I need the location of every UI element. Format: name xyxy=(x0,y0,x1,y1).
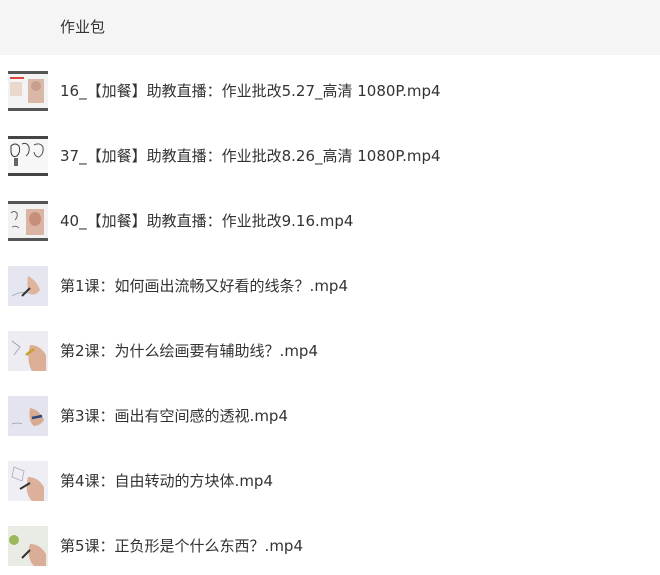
file-list: 16_【加餐】助教直播：作业批改5.27_高清 1080P.mp4 37_【加餐… xyxy=(0,55,660,575)
file-name: 第2课：为什么绘画要有辅助线？.mp4 xyxy=(60,342,318,360)
file-row[interactable]: 第2课：为什么绘画要有辅助线？.mp4 xyxy=(0,315,660,380)
file-name: 37_【加餐】助教直播：作业批改8.26_高清 1080P.mp4 xyxy=(60,147,441,165)
file-row[interactable]: 40_【加餐】助教直播：作业批改9.16.mp4 xyxy=(0,185,660,250)
file-row[interactable]: 第5课：正负形是个什么东西？.mp4 xyxy=(0,510,660,575)
video-thumbnail xyxy=(8,266,48,306)
file-name: 16_【加餐】助教直播：作业批改5.27_高清 1080P.mp4 xyxy=(60,82,441,100)
video-thumbnail xyxy=(8,396,48,436)
file-name: 第1课：如何画出流畅又好看的线条？.mp4 xyxy=(60,277,348,295)
video-thumbnail xyxy=(8,331,48,371)
file-row[interactable]: 16_【加餐】助教直播：作业批改5.27_高清 1080P.mp4 xyxy=(0,55,660,120)
folder-header: 作业包 xyxy=(0,0,660,55)
file-name: 第5课：正负形是个什么东西？.mp4 xyxy=(60,537,303,555)
video-thumbnail xyxy=(8,526,48,566)
file-name: 第4课：自由转动的方块体.mp4 xyxy=(60,472,273,490)
file-row[interactable]: 37_【加餐】助教直播：作业批改8.26_高清 1080P.mp4 xyxy=(0,120,660,185)
file-row[interactable]: 第3课：画出有空间感的透视.mp4 xyxy=(0,380,660,445)
folder-title: 作业包 xyxy=(60,18,106,36)
file-row[interactable]: 第4课：自由转动的方块体.mp4 xyxy=(0,445,660,510)
file-name: 40_【加餐】助教直播：作业批改9.16.mp4 xyxy=(60,212,354,230)
file-name: 第3课：画出有空间感的透视.mp4 xyxy=(60,407,288,425)
video-thumbnail xyxy=(8,201,48,241)
video-thumbnail xyxy=(8,136,48,176)
file-row[interactable]: 第1课：如何画出流畅又好看的线条？.mp4 xyxy=(0,250,660,315)
video-thumbnail xyxy=(8,71,48,111)
video-thumbnail xyxy=(8,461,48,501)
